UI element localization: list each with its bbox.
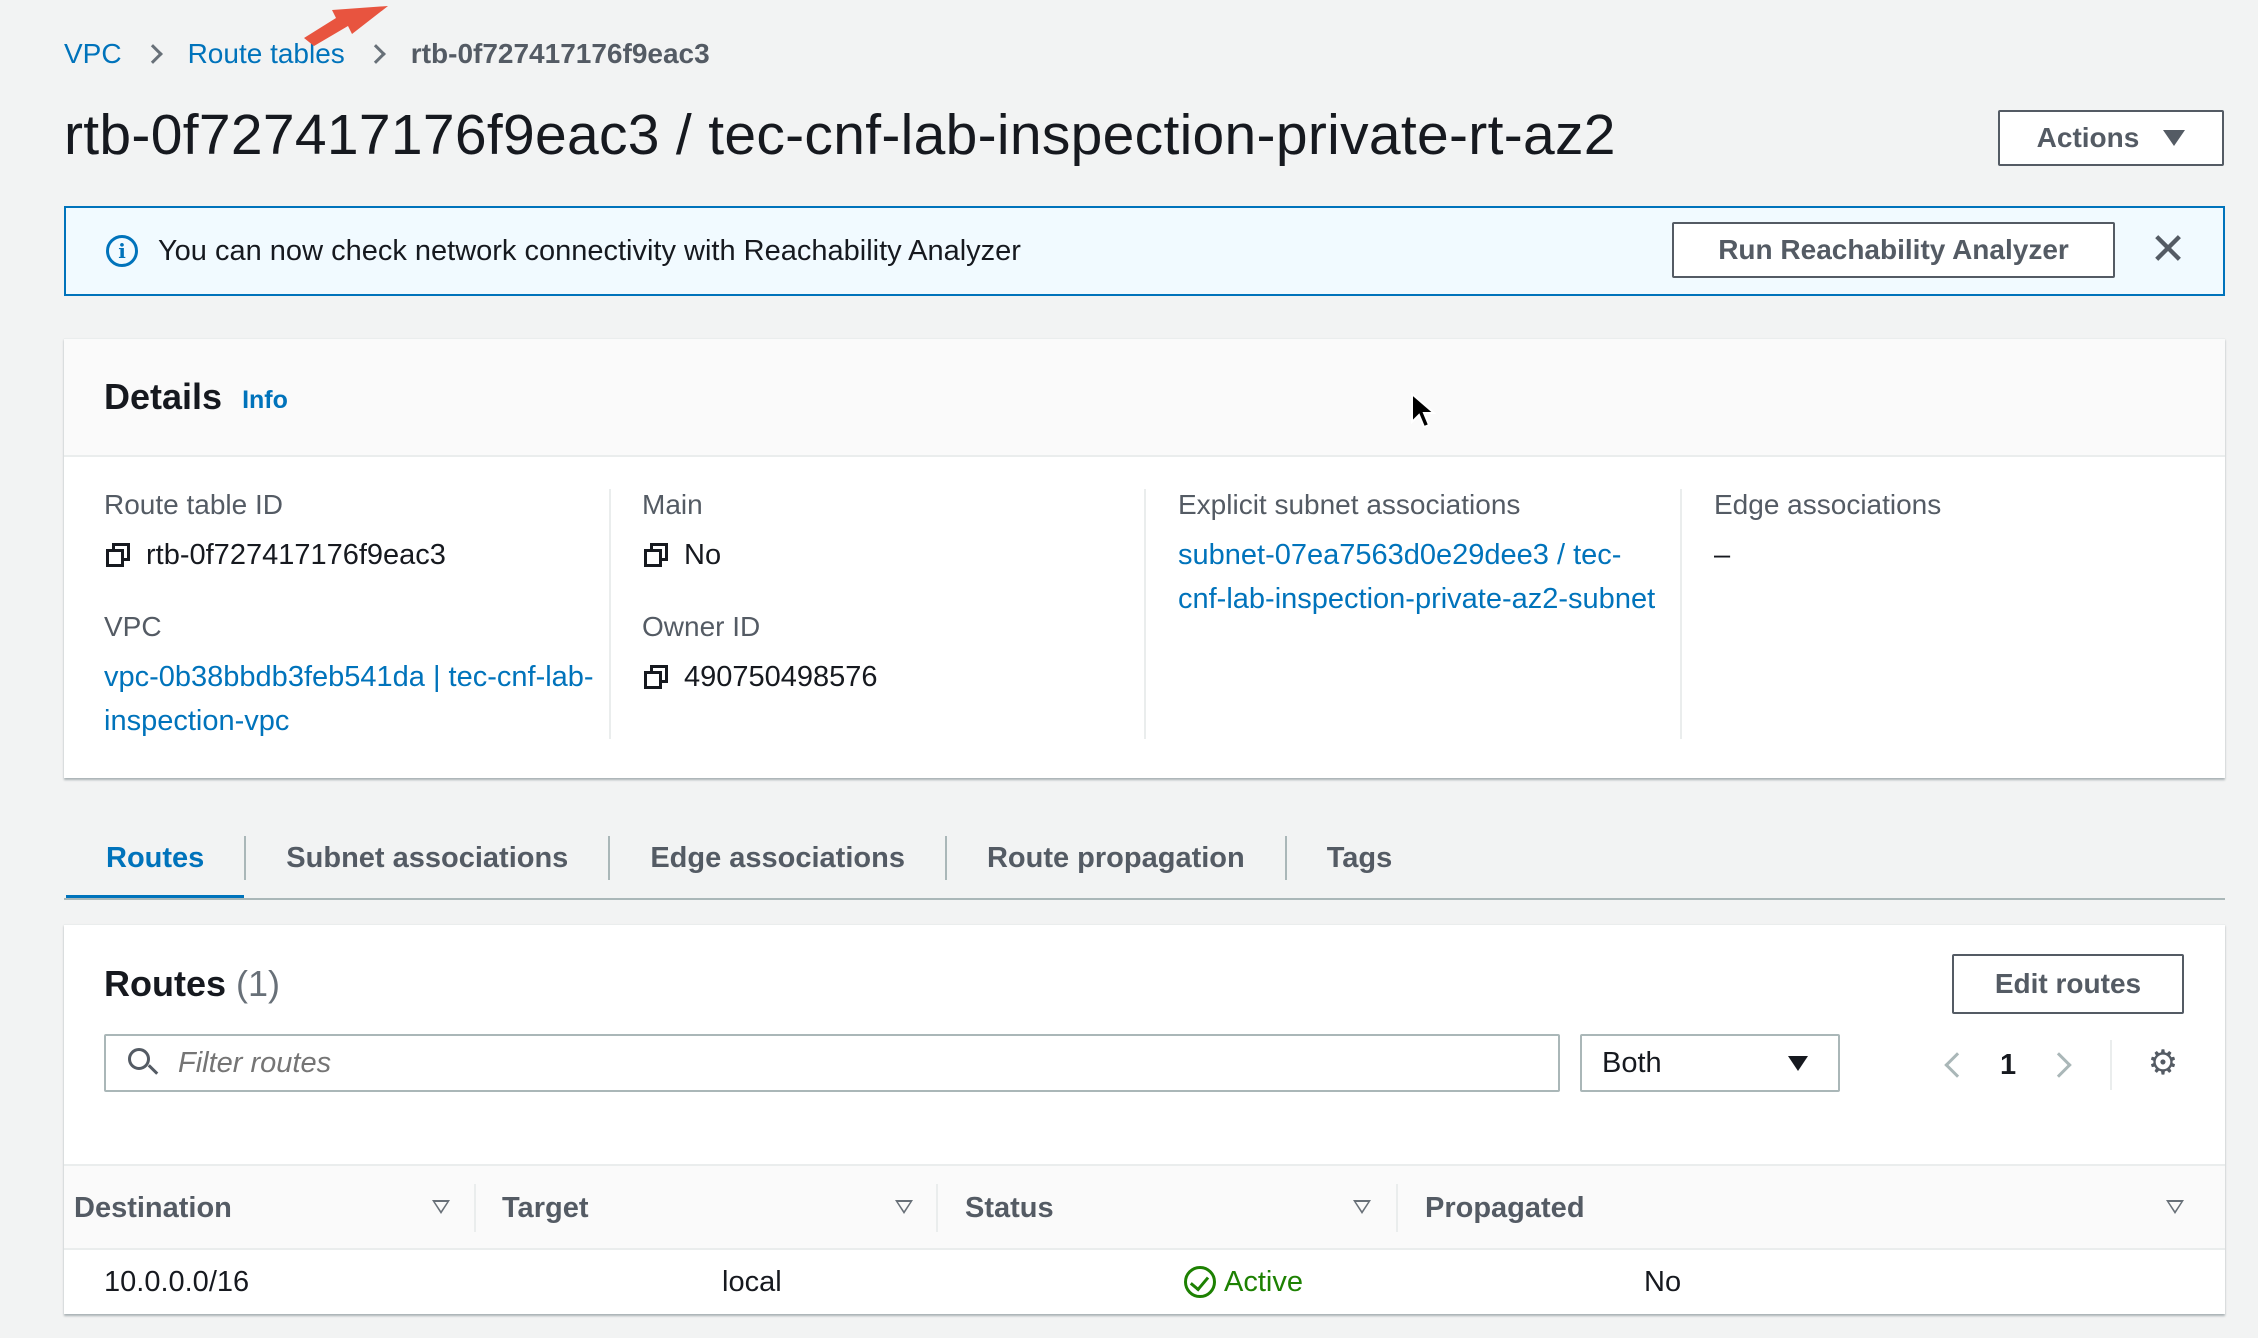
- sort-caret-icon[interactable]: [2166, 1200, 2184, 1214]
- sort-caret-icon[interactable]: [895, 1200, 913, 1214]
- page-number[interactable]: 1: [2000, 1049, 2016, 1082]
- breadcrumb-current: rtb-0f727417176f9eac3: [410, 38, 710, 69]
- cell-propagated: No: [1644, 1265, 1682, 1298]
- column-divider: [936, 1184, 938, 1232]
- column-header-propagated[interactable]: Propagated: [1425, 1166, 1585, 1250]
- banner-text: You can now check network connectivity w…: [158, 234, 1021, 267]
- sort-caret-icon[interactable]: [1353, 1200, 1371, 1214]
- copy-icon[interactable]: [642, 663, 670, 691]
- actions-button-label: Actions: [2036, 122, 2140, 153]
- filter-routes-input[interactable]: [178, 1046, 1518, 1080]
- details-column-3: Explicit subnet associations subnet-07ea…: [1178, 489, 1658, 655]
- column-header-status[interactable]: Status: [965, 1166, 1054, 1250]
- column-divider: [609, 489, 611, 739]
- vpc-label: VPC: [104, 611, 162, 642]
- status-text: Active: [1224, 1265, 1303, 1298]
- edge-associations-label: Edge associations: [1714, 489, 1942, 520]
- column-divider: [1144, 489, 1146, 739]
- tab-routes[interactable]: Routes: [66, 834, 245, 900]
- route-table-id-value: rtb-0f727417176f9eac3: [146, 539, 446, 571]
- tab-route-propagation[interactable]: Route propagation: [947, 834, 1285, 898]
- vpc-link[interactable]: vpc-0b38bbdb3feb541da | tec-cnf-lab-insp…: [104, 661, 594, 737]
- chevron-left-icon[interactable]: [1944, 1052, 1970, 1078]
- info-icon: i: [106, 235, 138, 267]
- mouse-cursor-icon: [1411, 392, 1436, 429]
- check-circle-icon: [1184, 1266, 1216, 1298]
- edge-associations-value: –: [1714, 539, 1731, 571]
- subnet-associations-label: Explicit subnet associations: [1178, 489, 1521, 520]
- chevron-right-icon[interactable]: [2046, 1052, 2072, 1078]
- sort-caret-icon[interactable]: [432, 1200, 450, 1214]
- column-divider: [1396, 1184, 1398, 1232]
- pagination: 1: [1936, 1040, 2113, 1090]
- routes-table-header: Destination Target Status Propagated: [64, 1164, 2225, 1250]
- owner-id-value: 490750498576: [684, 661, 878, 693]
- tab-subnet-associations[interactable]: Subnet associations: [246, 834, 608, 898]
- caret-down-icon: [2163, 130, 2186, 146]
- column-divider: [1680, 489, 1682, 739]
- annotation-arrow-icon: [304, 6, 388, 46]
- tabs: Routes Subnet associations Edge associat…: [66, 834, 1433, 900]
- search-icon: [128, 1048, 159, 1078]
- pager-separator: [2110, 1040, 2113, 1090]
- cell-destination: 10.0.0.0/16: [104, 1265, 250, 1298]
- routes-count: (1): [236, 963, 281, 1004]
- main-label: Main: [642, 489, 703, 520]
- route-table-id-label: Route table ID: [104, 489, 283, 520]
- caret-down-icon: [1788, 1055, 1808, 1071]
- routes-title: Routes (1): [104, 963, 280, 1005]
- propagation-filter-select[interactable]: Both: [1580, 1034, 1840, 1092]
- cell-target: local: [722, 1265, 782, 1298]
- table-row[interactable]: 10.0.0.0/16 local Active No: [64, 1250, 2225, 1314]
- column-divider: [474, 1184, 476, 1232]
- copy-icon[interactable]: [642, 541, 670, 569]
- details-panel: Details Info Route table ID rtb-0f727417…: [64, 338, 2225, 778]
- routes-title-text: Routes: [104, 963, 227, 1004]
- subnet-association-link[interactable]: subnet-07ea7563d0e29dee3 / tec-cnf-lab-i…: [1178, 533, 1658, 621]
- run-reachability-analyzer-button[interactable]: Run Reachability Analyzer: [1672, 222, 2115, 278]
- details-header: Details Info: [64, 339, 2225, 457]
- breadcrumb-vpc-link[interactable]: VPC: [64, 38, 122, 70]
- edit-routes-button[interactable]: Edit routes: [1952, 954, 2184, 1014]
- close-icon[interactable]: ✕: [2148, 228, 2188, 272]
- column-header-target[interactable]: Target: [502, 1166, 588, 1250]
- cell-status: Active: [1184, 1250, 1303, 1314]
- copy-icon[interactable]: [104, 541, 132, 569]
- details-column-2: Main No Owner ID 490750498576: [642, 489, 1122, 733]
- owner-id-label: Owner ID: [642, 611, 761, 642]
- details-column-1: Route table ID rtb-0f727417176f9eac3 VPC…: [104, 489, 604, 777]
- tabs-underline: [64, 898, 2225, 900]
- actions-button[interactable]: Actions: [1998, 110, 2224, 166]
- main-value: No: [684, 539, 722, 571]
- column-header-destination[interactable]: Destination: [74, 1166, 232, 1250]
- tab-edge-associations[interactable]: Edge associations: [610, 834, 945, 898]
- breadcrumb-separator-icon: [142, 44, 163, 64]
- filter-routes-field[interactable]: [104, 1034, 1560, 1092]
- status-badge: Active: [1184, 1266, 1303, 1299]
- gear-icon[interactable]: ⚙: [2146, 1046, 2180, 1080]
- details-column-4: Edge associations –: [1714, 489, 2194, 611]
- page-title: rtb-0f727417176f9eac3 / tec-cnf-lab-insp…: [64, 103, 1616, 167]
- details-title: Details: [104, 376, 223, 417]
- details-info-link[interactable]: Info: [242, 386, 288, 415]
- select-value: Both: [1602, 1046, 1662, 1079]
- tab-tags[interactable]: Tags: [1287, 834, 1433, 898]
